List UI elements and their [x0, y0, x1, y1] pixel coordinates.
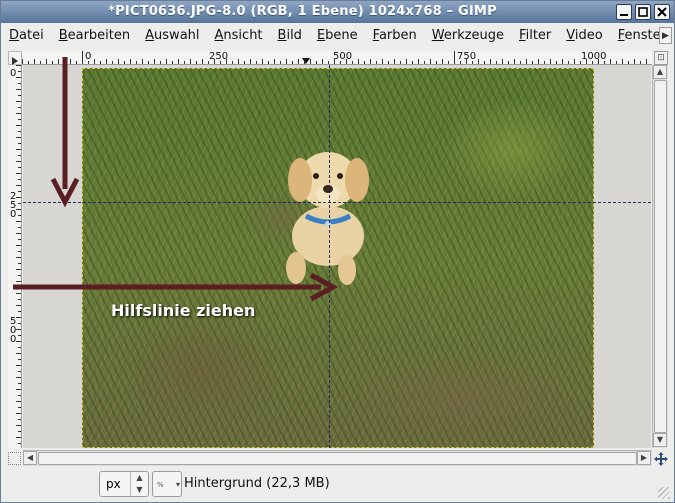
chevron-down-icon: ▾	[175, 480, 180, 489]
chevron-right-icon: ▶	[640, 453, 648, 462]
chevron-up-icon: ▲	[656, 67, 664, 76]
unit-selector[interactable]: px ▲ ▼	[99, 471, 149, 497]
zoom-selector[interactable]: % ▾	[152, 471, 182, 497]
vertical-scrollbar[interactable]: ▲ ▼	[652, 65, 668, 448]
right-arrow-icon	[13, 272, 339, 302]
horizontal-scroll-thumb[interactable]	[38, 452, 637, 465]
layer-info: Hintergrund (22,3 MB)	[184, 476, 330, 491]
status-bar: px ▲ ▼ % ▾ Hintergrund (22,3 MB)	[1, 468, 674, 502]
zoom-value: %	[157, 481, 164, 489]
spin-arrows-icon: ▲ ▼	[130, 472, 148, 496]
vertical-scroll-thumb[interactable]	[654, 80, 667, 433]
chevron-down-icon: ▼	[656, 435, 664, 444]
scroll-right-button[interactable]: ▶	[637, 451, 651, 465]
scroll-left-button[interactable]: ◀	[23, 451, 37, 465]
quick-mask-toggle[interactable]	[8, 452, 21, 465]
chevron-left-icon: ◀	[26, 453, 34, 462]
down-arrow-icon	[50, 57, 80, 208]
scroll-down-button[interactable]: ▼	[653, 433, 667, 447]
navigate-icon[interactable]	[653, 451, 669, 467]
scroll-up-button[interactable]: ▲	[653, 65, 667, 79]
gimp-image-window: *PICT0636.JPG-8.0 (RGB, 1 Ebene) 1024x76…	[0, 0, 675, 503]
horizontal-scrollbar[interactable]: ◀ ▶	[23, 450, 652, 466]
unit-value: px	[106, 477, 121, 491]
resize-grip-icon[interactable]	[658, 487, 670, 499]
annotation-arrows	[13, 57, 339, 302]
